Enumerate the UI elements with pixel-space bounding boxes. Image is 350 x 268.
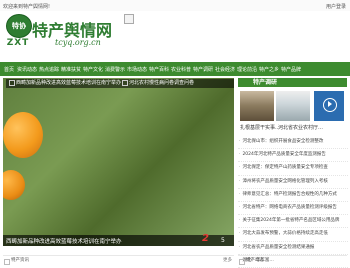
- orange-fruit-graphic: [3, 112, 43, 158]
- logo-emblem: 特协: [6, 14, 32, 38]
- list-item[interactable]: 2024年河北特产品质量安全年度监测报告: [238, 149, 348, 163]
- list-item[interactable]: 漳州将农产品质量安全网格化管理列入考核: [238, 176, 348, 189]
- logo-emblem-text: 特协: [12, 22, 26, 30]
- broken-image-icon: [4, 259, 10, 265]
- slide-caption[interactable]: 西畴加新品种改进高效蓝莓技术培训在南宁举办: [6, 237, 122, 245]
- list-item[interactable]: 河北省农产品质量安全检测结果通报: [238, 242, 348, 255]
- slide-top-caption-extra: 河北农村慢性病问卷调查问卷: [129, 80, 195, 86]
- nav-item[interactable]: 理论前沿: [236, 66, 258, 73]
- play-icon: [328, 101, 332, 107]
- slide-total-index[interactable]: 5: [221, 237, 225, 244]
- welcome-text: 欢迎来到特产舆情网!: [3, 4, 51, 10]
- nav-item[interactable]: 热点追踪: [38, 66, 60, 73]
- slide-current-index[interactable]: 2: [202, 233, 209, 244]
- nav-item[interactable]: 特产之乡: [258, 66, 280, 73]
- slide-caption-bar: 西畴加新品种改进高效蓝莓技术培训在南宁举办 2 5: [3, 233, 234, 246]
- login-link[interactable]: 用户登录: [326, 3, 346, 10]
- nav-item[interactable]: 社会经济: [214, 66, 236, 73]
- footer-more-link[interactable]: 更多: [223, 257, 232, 263]
- thumbnail-image[interactable]: [314, 91, 344, 121]
- list-item[interactable]: 关于征集2024年第一批省特产名品区域公用品牌: [238, 215, 348, 229]
- sidebar-heading[interactable]: 特产调研: [238, 78, 347, 87]
- footer-left-title[interactable]: 特产资讯: [11, 257, 29, 263]
- slide-photo-background: [3, 78, 234, 246]
- footer-right-title[interactable]: 特产动态: [246, 257, 264, 263]
- sidebar-news-list: 河北保山市：组织开展食品安全检测整改2024年河北特产品质量安全年度监测报告河北…: [238, 136, 348, 268]
- nav-item[interactable]: 消费警示: [104, 66, 126, 73]
- list-item[interactable]: 河北省特产：网络电商农产品质量检测评级报告: [238, 202, 348, 216]
- list-item[interactable]: 律师意见汇总：特产检测报告合规性的几种方式: [238, 189, 348, 202]
- nav-item[interactable]: 精准扶贫: [60, 66, 82, 73]
- nav-item[interactable]: 特产文化: [82, 66, 104, 73]
- featured-slideshow[interactable]: 西畴加新品种改进高效蓝莓技术培训在南宁举办 河北农村慢性病问卷调查问卷 西畴加新品…: [3, 78, 234, 246]
- nav-item[interactable]: 特产调研: [192, 66, 214, 73]
- main-nav: 首页 资讯动态 热点追踪 精准扶贫 特产文化 消费警示 市场动态 特产百科 农业科普 特产调研 社会…: [0, 62, 350, 76]
- nav-item[interactable]: 特产品牌: [280, 66, 302, 73]
- nav-item[interactable]: 首页: [2, 66, 16, 73]
- broken-image-icon: [124, 14, 134, 24]
- nav-item[interactable]: 农业科普: [170, 66, 192, 73]
- list-item[interactable]: 河北保定：保定特产山药质量安全专项检查: [238, 162, 348, 176]
- broken-image-icon: [9, 79, 15, 86]
- broken-image-icon: [239, 259, 245, 265]
- broken-image-icon: [122, 79, 129, 86]
- site-url: tcyq.org.cn: [55, 38, 101, 47]
- thumbnail-caption[interactable]: 扎根基层干实事…: [240, 124, 280, 131]
- logo-abbr: ZXT: [6, 38, 30, 48]
- thumbnail-image[interactable]: [240, 91, 274, 121]
- sidebar-thumbnails: 扎根基层干实事… 河北省农业农村厅…: [238, 91, 350, 133]
- nav-item[interactable]: 特产百科: [148, 66, 170, 73]
- thumbnail-image[interactable]: [276, 91, 310, 121]
- slide-top-caption-text: 西畴加新品种改进高效蓝莓技术培训在南宁举办: [16, 80, 122, 86]
- list-item[interactable]: 河北保山市：组织开展食品安全检测整改: [238, 136, 348, 150]
- nav-item[interactable]: 资讯动态: [16, 66, 38, 73]
- nav-item[interactable]: 市场动态: [126, 66, 148, 73]
- slide-top-caption[interactable]: 西畴加新品种改进高效蓝莓技术培训在南宁举办 河北农村慢性病问卷调查问卷: [6, 79, 234, 88]
- sidebar: 特产调研 扎根基层干实事… 河北省农业农村厅… 河北保山市：组织开展食品安全检测…: [238, 78, 350, 268]
- thumbnail-caption[interactable]: 河北省农业农村厅…: [278, 124, 323, 131]
- site-logo[interactable]: 特协 ZXT: [5, 14, 32, 50]
- list-item[interactable]: 河北大蒜发布预警，大蒜价格持续走高走低: [238, 228, 348, 242]
